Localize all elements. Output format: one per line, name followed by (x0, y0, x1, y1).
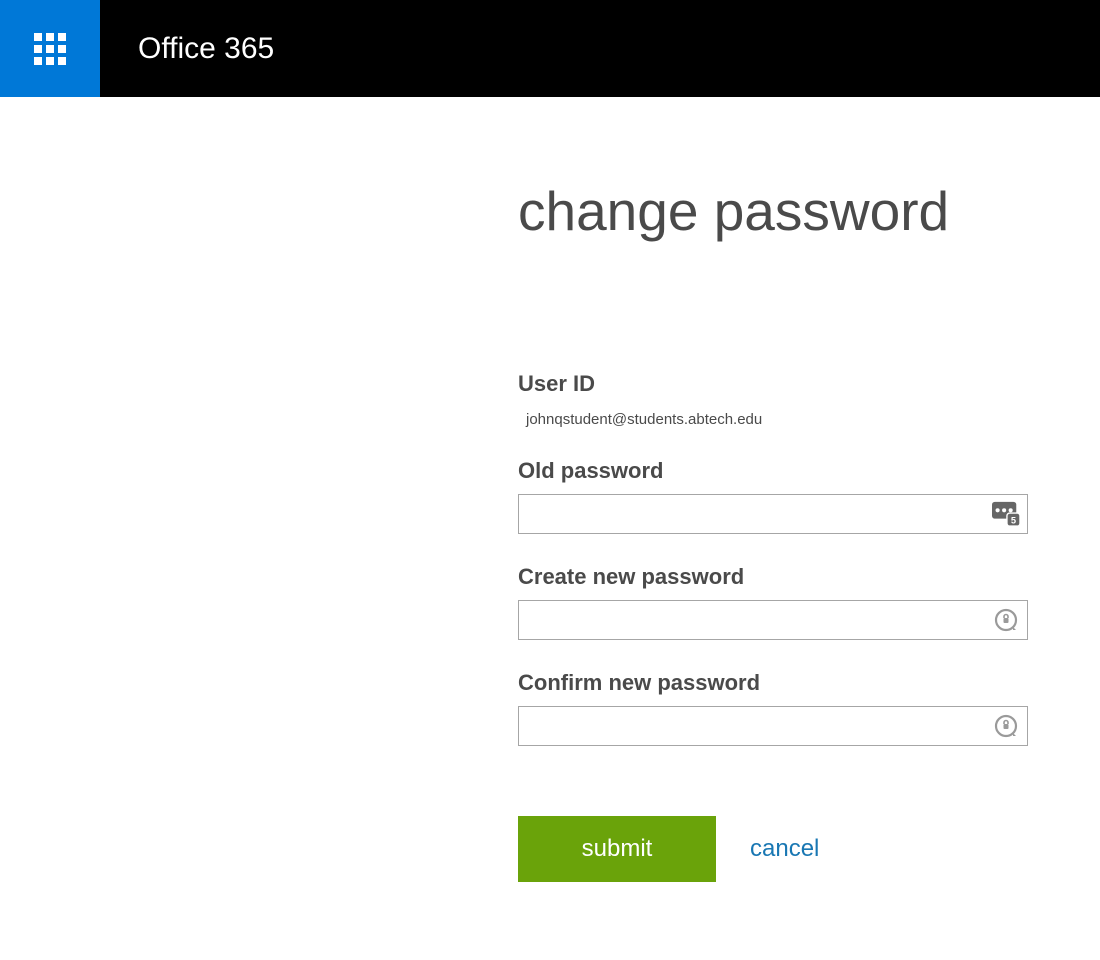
page-title: change password (518, 179, 1030, 243)
header: Office 365 (0, 0, 1100, 97)
confirm-password-label: Confirm new password (518, 670, 1030, 696)
new-password-label: Create new password (518, 564, 1030, 590)
brand-title: Office 365 (100, 0, 274, 97)
old-password-label: Old password (518, 458, 1030, 484)
confirm-password-group: Confirm new password (518, 670, 1030, 746)
new-password-input[interactable] (518, 600, 1028, 640)
user-id-value: johnqstudent@students.abtech.edu (518, 411, 1030, 428)
content: change password User ID johnqstudent@stu… (0, 97, 1100, 882)
new-password-group: Create new password (518, 564, 1030, 640)
old-password-input[interactable] (518, 494, 1028, 534)
cancel-link[interactable]: cancel (750, 835, 819, 863)
button-row: submit cancel (518, 816, 1030, 882)
waffle-icon (34, 33, 66, 65)
old-password-group: Old password 5 (518, 458, 1030, 534)
user-id-label: User ID (518, 371, 1030, 397)
change-password-form: User ID johnqstudent@students.abtech.edu… (518, 371, 1030, 882)
app-launcher-button[interactable] (0, 0, 100, 97)
confirm-password-input[interactable] (518, 706, 1028, 746)
submit-button[interactable]: submit (518, 816, 716, 882)
